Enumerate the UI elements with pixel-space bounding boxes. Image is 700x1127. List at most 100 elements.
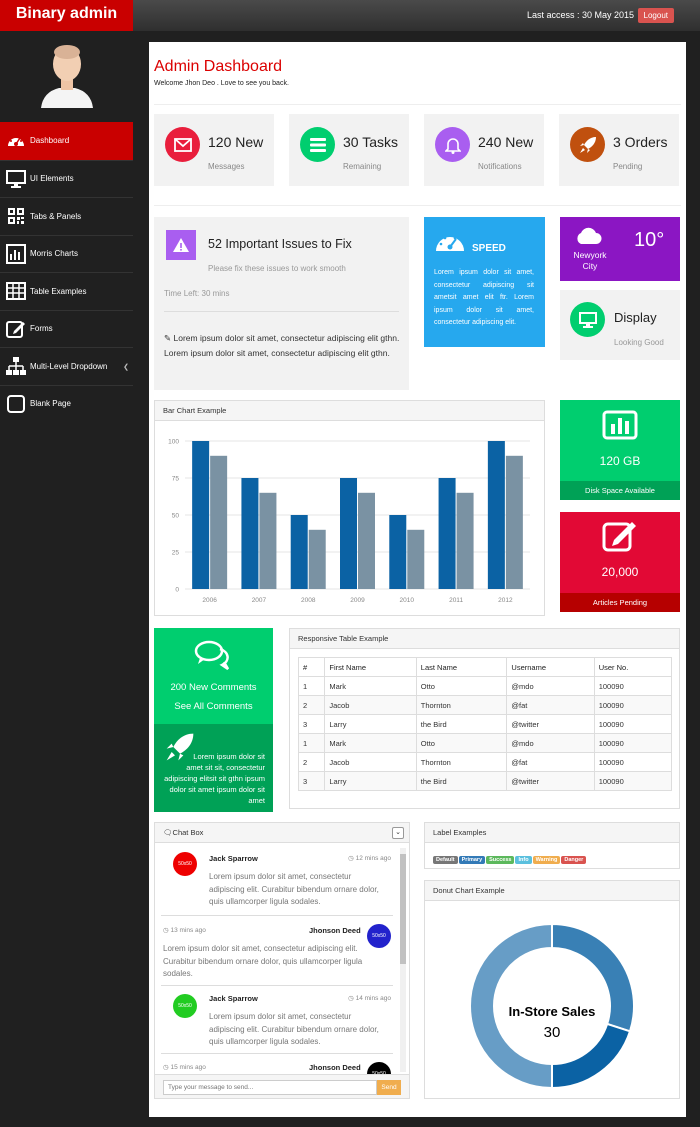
- divider: [154, 205, 681, 206]
- donut-value: 30: [544, 1024, 561, 1041]
- chat-message: 50x50 Jack Sparrow ◷ 12 mins ago Lorem i…: [155, 844, 393, 914]
- y-tick-label: 75: [172, 476, 180, 483]
- table-cell: Mark: [324, 676, 417, 696]
- table-cell: 1: [297, 733, 326, 753]
- label-primary: Primary: [458, 856, 486, 864]
- bar[interactable]: [290, 515, 308, 589]
- chat-message-input[interactable]: [163, 1080, 377, 1095]
- bar[interactable]: [308, 529, 326, 589]
- bar[interactable]: [192, 441, 210, 589]
- chat-scrollbar[interactable]: [400, 848, 406, 1072]
- table-row: 2 Jacob Thornton @fat 100090: [297, 695, 673, 715]
- logout-button[interactable]: Logout: [637, 8, 674, 23]
- bar[interactable]: [340, 478, 357, 589]
- labels-row: Default Primary Success Info Warning Danger: [425, 843, 679, 873]
- column-header: #: [297, 657, 326, 677]
- donut-segment[interactable]: [551, 1022, 632, 1090]
- sidebar-item-ui-elements[interactable]: UI Elements: [0, 159, 133, 198]
- chevron-down-icon[interactable]: ⌄: [392, 827, 404, 839]
- bar-chart: 0 25 50 75 100 2006 2007 2008 2009 2010 2011 2012: [168, 439, 530, 604]
- donut-chart-panel: Donut Chart Example In-Store Sales 30: [424, 880, 680, 1099]
- bar[interactable]: [456, 492, 474, 589]
- table-cell: @twitter: [506, 771, 595, 791]
- sidebar-item-morris-charts[interactable]: Morris Charts: [0, 234, 133, 273]
- y-tick-label: 50: [172, 513, 180, 520]
- issues-title: 52 Important Issues to Fix: [208, 237, 352, 251]
- time-left: Time Left: 30 mins: [164, 289, 230, 298]
- label-danger: Danger: [561, 856, 587, 864]
- bar[interactable]: [438, 478, 456, 589]
- table-cell: 100090: [593, 714, 673, 734]
- stat-label: Notifications: [478, 162, 522, 171]
- chat-time: ◷ 15 mins ago: [163, 1064, 206, 1071]
- bar[interactable]: [389, 515, 407, 589]
- table-cell: 100090: [593, 771, 673, 791]
- label-examples-panel: Label Examples Default Primary Success Info…: [424, 822, 680, 869]
- table-cell: Thornton: [415, 695, 508, 715]
- x-tick-label: 2012: [498, 597, 513, 604]
- last-access-text: Last access : 30 May 2015: [526, 10, 634, 20]
- comments-icon: [194, 640, 232, 673]
- sidebar-item-dashboard[interactable]: Dashboard: [0, 122, 133, 160]
- chat-sender: Jhonson Deed: [309, 926, 361, 935]
- table-cell: Larry: [324, 714, 417, 734]
- column-header: Last Name: [415, 657, 508, 677]
- warning-icon: [166, 230, 196, 260]
- sidebar-item-label: Tabs & Panels: [30, 211, 82, 221]
- user-avatar: [40, 45, 93, 108]
- stat-label: Remaining: [343, 162, 382, 171]
- bar[interactable]: [259, 492, 277, 589]
- stat-label: Pending: [613, 162, 643, 171]
- table-cell: @twitter: [506, 714, 595, 734]
- table-cell: 100090: [593, 695, 673, 715]
- square-icon: [2, 394, 30, 414]
- table-cell: 100090: [593, 733, 673, 753]
- table-cell: Otto: [415, 733, 508, 753]
- sidebar-item-label: Table Examples: [30, 286, 87, 296]
- bar-chart-icon: [602, 410, 638, 443]
- sidebar-item-label: Blank Page: [30, 399, 71, 409]
- sidebar-item-table-examples[interactable]: Table Examples: [0, 272, 133, 310]
- issues-text: ✎ Lorem ipsum dolor sit amet, consectetu…: [164, 333, 400, 358]
- articles-label: Articles Pending: [560, 593, 680, 612]
- bar[interactable]: [358, 492, 375, 589]
- stat-value: 3 Orders: [613, 134, 668, 150]
- brand-logo[interactable]: Binary admin: [0, 0, 133, 31]
- x-tick-label: 2008: [301, 597, 316, 604]
- scrollbar-thumb[interactable]: [400, 854, 406, 964]
- sidebar-item-multi-level-dropdown[interactable]: Multi-Level Dropdown ❮: [0, 347, 133, 385]
- table-cell: @mdo: [506, 733, 595, 753]
- edit-icon: [2, 319, 30, 339]
- bar[interactable]: [241, 478, 259, 589]
- table-cell: 3: [297, 771, 326, 791]
- table-cell: 1: [297, 676, 326, 696]
- bar[interactable]: [505, 455, 523, 589]
- table-icon: [2, 281, 30, 301]
- table-row: 3 Larry the Bird @twitter 100090: [297, 771, 673, 791]
- x-tick-label: 2006: [202, 597, 217, 604]
- bar[interactable]: [487, 441, 505, 589]
- avatar: 50x50: [173, 994, 197, 1018]
- disk-space-box: 120 GB Disk Space Available: [560, 400, 680, 500]
- sidebar-item-forms[interactable]: Forms: [0, 309, 133, 348]
- x-tick-label: 2009: [350, 597, 365, 604]
- speed-text: Lorem ipsum dolor sit amet, consectetur …: [434, 269, 534, 326]
- sidebar-item-blank-page[interactable]: Blank Page: [0, 384, 133, 423]
- chat-sender: Jhonson Deed: [309, 1063, 361, 1072]
- sidebar-item-tabs-panels[interactable]: Tabs & Panels: [0, 197, 133, 235]
- column-header: Username: [506, 657, 595, 677]
- see-all-comments-link[interactable]: See All Comments: [154, 701, 273, 712]
- chat-text: Lorem ipsum dolor sit amet, consectetur …: [209, 872, 379, 906]
- x-tick-label: 2007: [252, 597, 267, 604]
- chat-footer: Send: [155, 1074, 409, 1098]
- table-header-row: # First Name Last Name Username User No.: [297, 657, 673, 677]
- stat-box-tasks: 30 Tasks Remaining: [289, 114, 409, 186]
- y-tick-label: 0: [175, 587, 179, 594]
- page-content: Admin Dashboard Welcome Jhon Deo . Love …: [149, 42, 686, 1117]
- column-header: First Name: [324, 657, 417, 677]
- bar[interactable]: [407, 529, 425, 589]
- bar[interactable]: [210, 455, 228, 589]
- send-button[interactable]: Send: [377, 1080, 401, 1095]
- table-cell: the Bird: [415, 771, 508, 791]
- edit-icon: [602, 520, 638, 555]
